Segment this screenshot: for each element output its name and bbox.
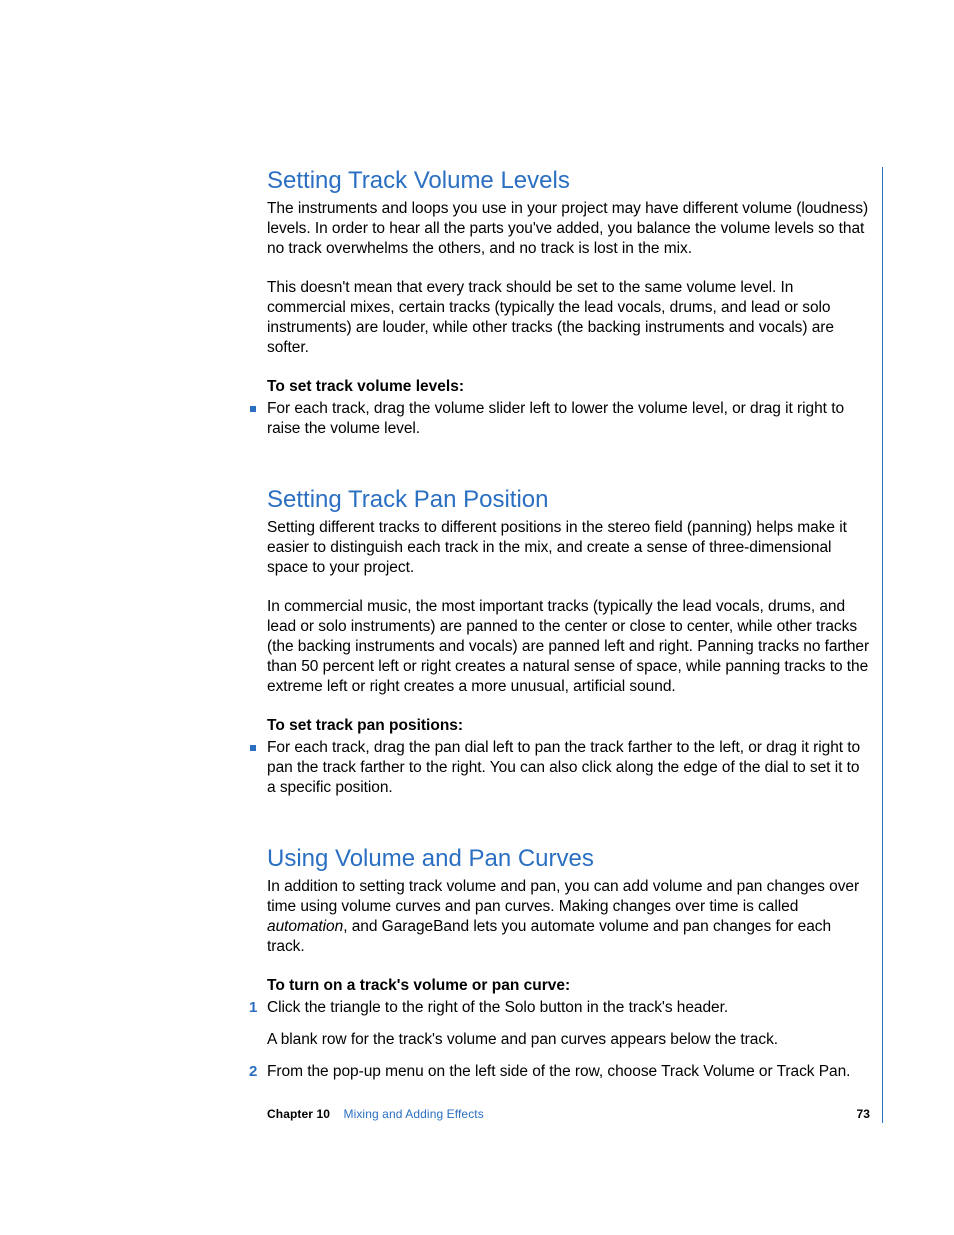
page: Setting Track Volume Levels The instrume…: [0, 0, 954, 1235]
bullet-item: For each track, drag the volume slider l…: [267, 399, 870, 439]
numbered-step: 1 Click the triangle to the right of the…: [267, 998, 870, 1018]
page-footer: Chapter 10 Mixing and Adding Effects 73: [267, 1107, 870, 1121]
procedure-heading: To set track volume levels:: [267, 377, 870, 397]
content-column: Setting Track Volume Levels The instrume…: [267, 167, 870, 1101]
section-heading: Setting Track Volume Levels: [267, 167, 870, 195]
step-number: 1: [249, 998, 257, 1018]
procedure-heading: To turn on a track's volume or pan curve…: [267, 976, 870, 996]
margin-rule: [882, 167, 883, 1123]
step-text: From the pop-up menu on the left side of…: [267, 1063, 850, 1080]
body-paragraph: This doesn't mean that every track shoul…: [267, 278, 870, 358]
body-paragraph: In commercial music, the most important …: [267, 597, 870, 697]
section-heading: Setting Track Pan Position: [267, 486, 870, 514]
body-paragraph: In addition to setting track volume and …: [267, 877, 870, 957]
page-number: 73: [856, 1107, 870, 1121]
chapter-title: Mixing and Adding Effects: [343, 1107, 483, 1121]
section-heading: Using Volume and Pan Curves: [267, 845, 870, 873]
step-text: Click the triangle to the right of the S…: [267, 999, 728, 1016]
step-result: A blank row for the track's volume and p…: [267, 1030, 870, 1050]
numbered-step: 2 From the pop-up menu on the left side …: [267, 1062, 870, 1082]
body-paragraph: The instruments and loops you use in you…: [267, 199, 870, 259]
bullet-item: For each track, drag the pan dial left t…: [267, 738, 870, 798]
body-paragraph: Setting different tracks to different po…: [267, 518, 870, 578]
procedure-heading: To set track pan positions:: [267, 716, 870, 736]
chapter-label: Chapter 10: [267, 1107, 330, 1121]
step-number: 2: [249, 1062, 257, 1082]
